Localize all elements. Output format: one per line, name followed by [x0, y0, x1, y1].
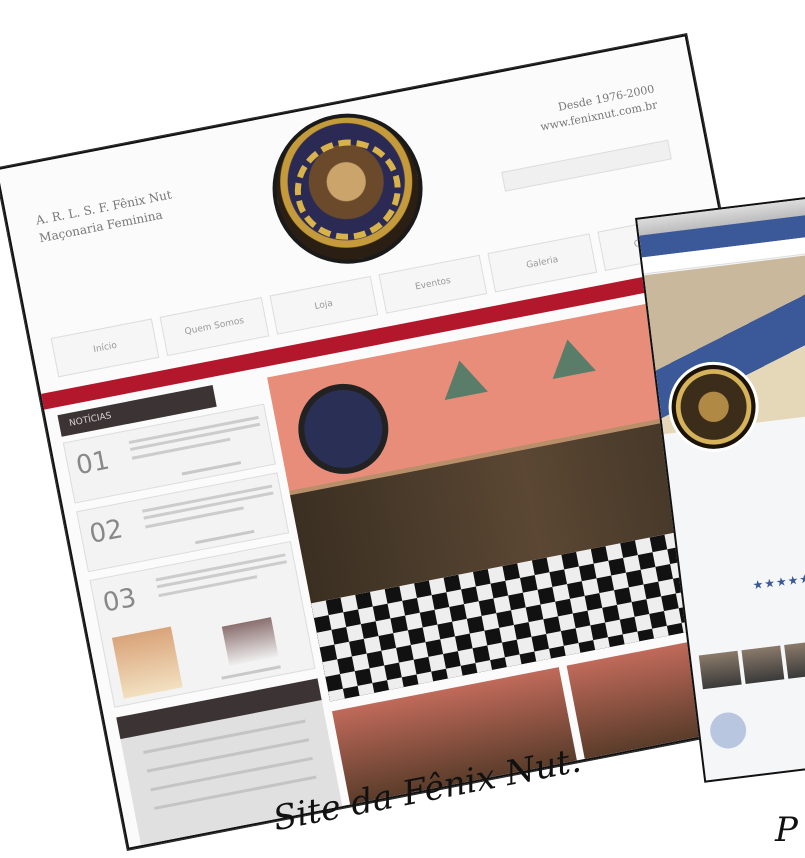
facebook-avatar: [708, 710, 749, 751]
news-photo-image: [221, 617, 279, 666]
lodge-emblem-logo: [259, 100, 436, 277]
sidebar-link[interactable]: [146, 738, 310, 773]
caption-facebook-partial: P: [775, 810, 798, 850]
rating-stars-icon: ★★★★★: [751, 571, 805, 593]
search-input[interactable]: [501, 139, 672, 192]
header-contact: Desde 1976-2000 www.fenixnut.com.br: [536, 81, 659, 135]
facebook-photo-thumb[interactable]: [783, 640, 805, 679]
nav-item[interactable]: Galeria: [487, 233, 597, 293]
triangle-icon: [545, 335, 596, 380]
laurel-wreath-icon: [286, 130, 410, 249]
news-read-more-link[interactable]: [221, 665, 281, 680]
facebook-photo-thumb[interactable]: [698, 650, 742, 690]
sidebar-link[interactable]: [150, 756, 313, 792]
news-item[interactable]: 03: [89, 540, 316, 708]
photo-collage: A. R. L. S. F. Fênix Nut Maçonaria Femin…: [0, 0, 805, 858]
triangle-icon: [437, 356, 488, 401]
news-read-more-link[interactable]: [181, 461, 242, 476]
nav-item[interactable]: Quem Somos: [159, 297, 269, 357]
hero-wall-emblem-icon: [290, 376, 397, 482]
nav-item[interactable]: Loja: [269, 275, 379, 335]
facebook-photo-thumb[interactable]: [741, 645, 784, 685]
nav-item[interactable]: Eventos: [378, 254, 488, 314]
facebook-photo-strip: [698, 630, 805, 690]
news-thumbnail-image: [111, 626, 183, 699]
nav-item[interactable]: Início: [50, 318, 160, 378]
news-read-more-link[interactable]: [195, 529, 255, 545]
news-number: 01: [73, 445, 112, 482]
news-number: 03: [100, 582, 139, 619]
news-number: 02: [87, 514, 126, 550]
lodge-name: A. R. L. S. F. Fênix Nut Maçonaria Femin…: [34, 186, 176, 248]
